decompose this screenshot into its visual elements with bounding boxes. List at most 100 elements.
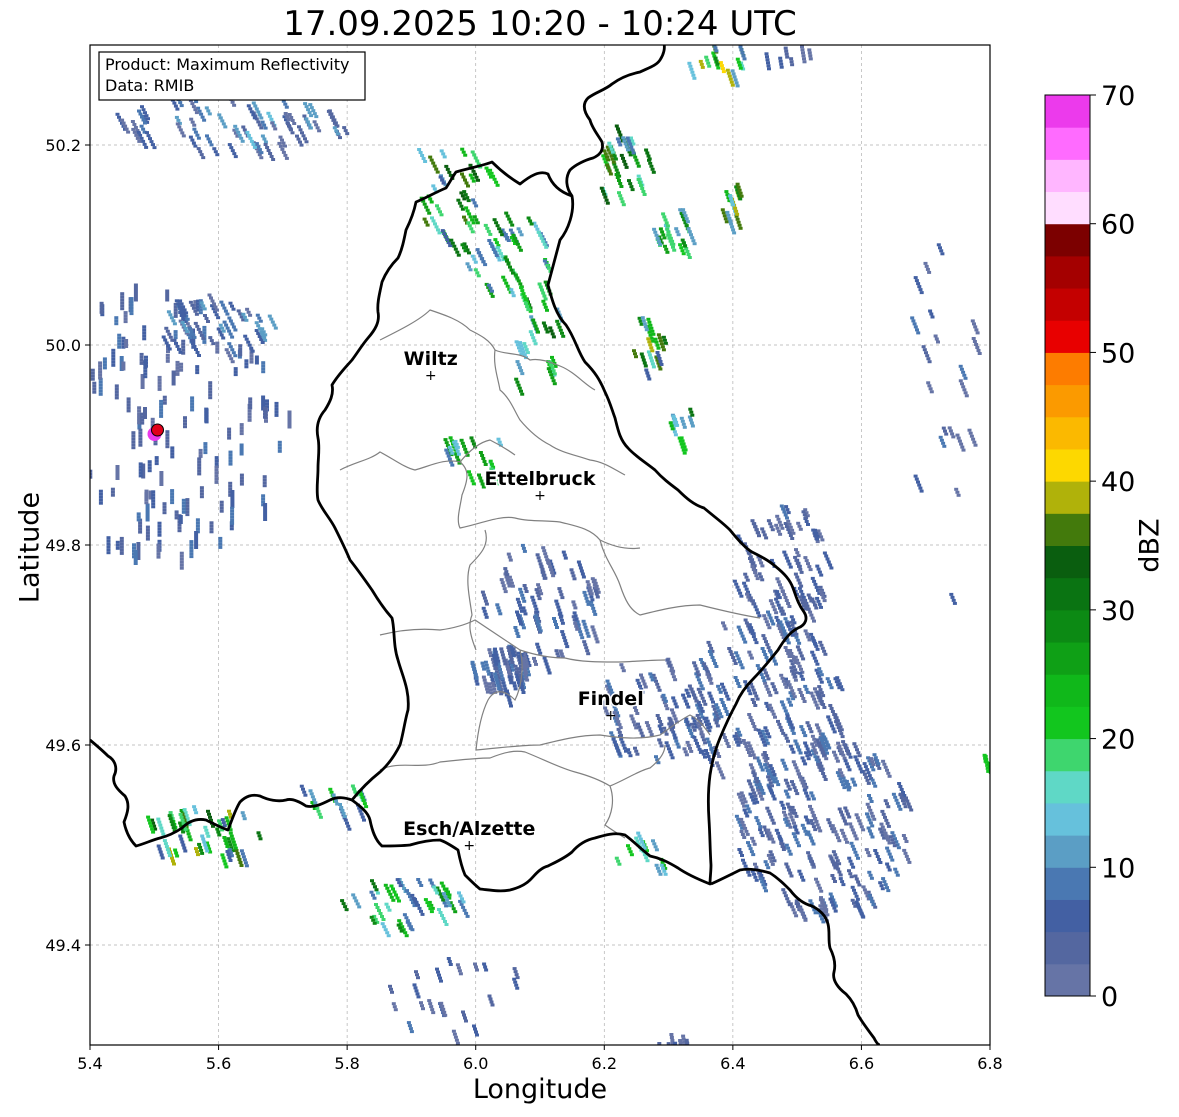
echo-pixel <box>708 694 713 698</box>
echo-pixel <box>274 410 279 414</box>
echo-pixel <box>518 606 523 610</box>
echo-pixel <box>178 101 183 105</box>
echo-pixel <box>885 846 890 850</box>
echo-pixel <box>217 819 222 823</box>
echo-pixel <box>768 599 773 603</box>
echo-pixel <box>787 522 792 526</box>
echo-pixel <box>292 122 297 125</box>
echo-pixel <box>138 521 143 525</box>
echo-pixel <box>835 759 840 763</box>
echo-pixel <box>159 411 164 415</box>
echo-pixel <box>672 1048 676 1051</box>
echo-pixel <box>779 800 784 804</box>
echo-pixel <box>795 792 800 796</box>
echo-pixel <box>156 555 161 559</box>
echo-pixel <box>198 311 203 315</box>
echo-pixel <box>748 596 753 600</box>
echo-pixel <box>784 599 789 602</box>
echo-pixel <box>204 407 209 411</box>
echo-pixel <box>787 849 792 853</box>
echo-pixel <box>705 752 710 755</box>
echo-pixel <box>239 476 244 480</box>
echo-pixel <box>898 793 903 797</box>
echo-pixel <box>743 584 748 588</box>
echo-pixel <box>523 298 528 302</box>
echo-pixel <box>115 474 120 477</box>
echo-pixel <box>443 895 448 899</box>
echo-pixel <box>829 566 834 570</box>
echo-pixel <box>284 105 289 109</box>
echo-pixel <box>749 656 754 660</box>
echo-pixel <box>767 831 772 835</box>
echo-pixel <box>958 364 963 368</box>
echo-pixel <box>233 124 238 128</box>
echo-pixel <box>543 324 548 328</box>
echo-pixel <box>765 757 770 760</box>
echo-pixel <box>133 562 138 565</box>
echo-pixel <box>132 123 137 126</box>
echo-pixel <box>138 462 143 466</box>
echo-pixel <box>781 679 786 683</box>
echo-pixel <box>865 812 869 816</box>
echo-pixel <box>140 380 145 383</box>
echo-pixel <box>585 599 590 603</box>
echo-pixel <box>383 883 388 887</box>
echo-pixel <box>820 646 825 650</box>
echo-pixel <box>700 687 705 691</box>
echo-pixel <box>121 367 126 371</box>
echo-pixel <box>880 809 885 813</box>
echo-pixel <box>815 738 820 742</box>
echo-pixel <box>768 781 773 785</box>
echo-pixel <box>737 685 742 688</box>
echo-pixel <box>655 866 660 870</box>
echo-pixel <box>836 726 841 730</box>
echo-pixel <box>706 640 711 644</box>
echo-pixel <box>263 515 268 518</box>
echo-pixel <box>791 760 796 764</box>
echo-pixel <box>804 632 809 636</box>
echo-pixel <box>806 821 811 825</box>
echo-pixel <box>259 330 264 334</box>
echo-pixel <box>225 326 230 330</box>
echo-pixel <box>870 814 875 818</box>
echo-pixel <box>170 449 175 453</box>
echo-pixel <box>165 445 170 449</box>
echo-pixel <box>688 407 693 411</box>
echo-pixel <box>789 615 794 619</box>
echo-pixel <box>506 552 511 556</box>
echo-pixel <box>762 751 767 754</box>
echo-pixel <box>626 139 631 143</box>
echo-pixel <box>511 651 516 655</box>
echo-pixel <box>849 862 854 866</box>
echo-pixel <box>854 837 859 841</box>
echo-pixel <box>98 495 103 499</box>
echo-pixel <box>536 583 541 587</box>
echo-pixel <box>174 851 179 855</box>
echo-pixel <box>203 825 208 829</box>
echo-pixel <box>779 842 784 845</box>
echo-pixel <box>754 528 759 532</box>
echo-pixel <box>562 636 567 640</box>
echo-pixel <box>147 463 152 467</box>
echo-pixel <box>675 742 680 746</box>
echo-pixel <box>147 466 152 470</box>
echo-pixel <box>634 355 638 359</box>
echo-pixel <box>257 123 262 127</box>
echo-pixel <box>886 771 891 775</box>
echo-pixel <box>522 599 527 603</box>
echo-pixel <box>515 610 519 614</box>
echo-pixel <box>976 349 981 352</box>
echo-pixel <box>757 614 762 618</box>
echo-pixel <box>102 363 107 367</box>
echo-pixel <box>647 727 652 731</box>
echo-pixel <box>425 223 430 227</box>
echo-pixel <box>179 308 184 312</box>
echo-pixel <box>867 774 872 778</box>
echo-pixel <box>219 503 224 507</box>
echo-pixel <box>804 520 809 523</box>
echo-pixel <box>867 870 872 874</box>
echo-pixel <box>424 220 429 224</box>
echo-pixel <box>696 678 701 682</box>
echo-pixel <box>753 571 758 575</box>
echo-pixel <box>50 496 54 499</box>
